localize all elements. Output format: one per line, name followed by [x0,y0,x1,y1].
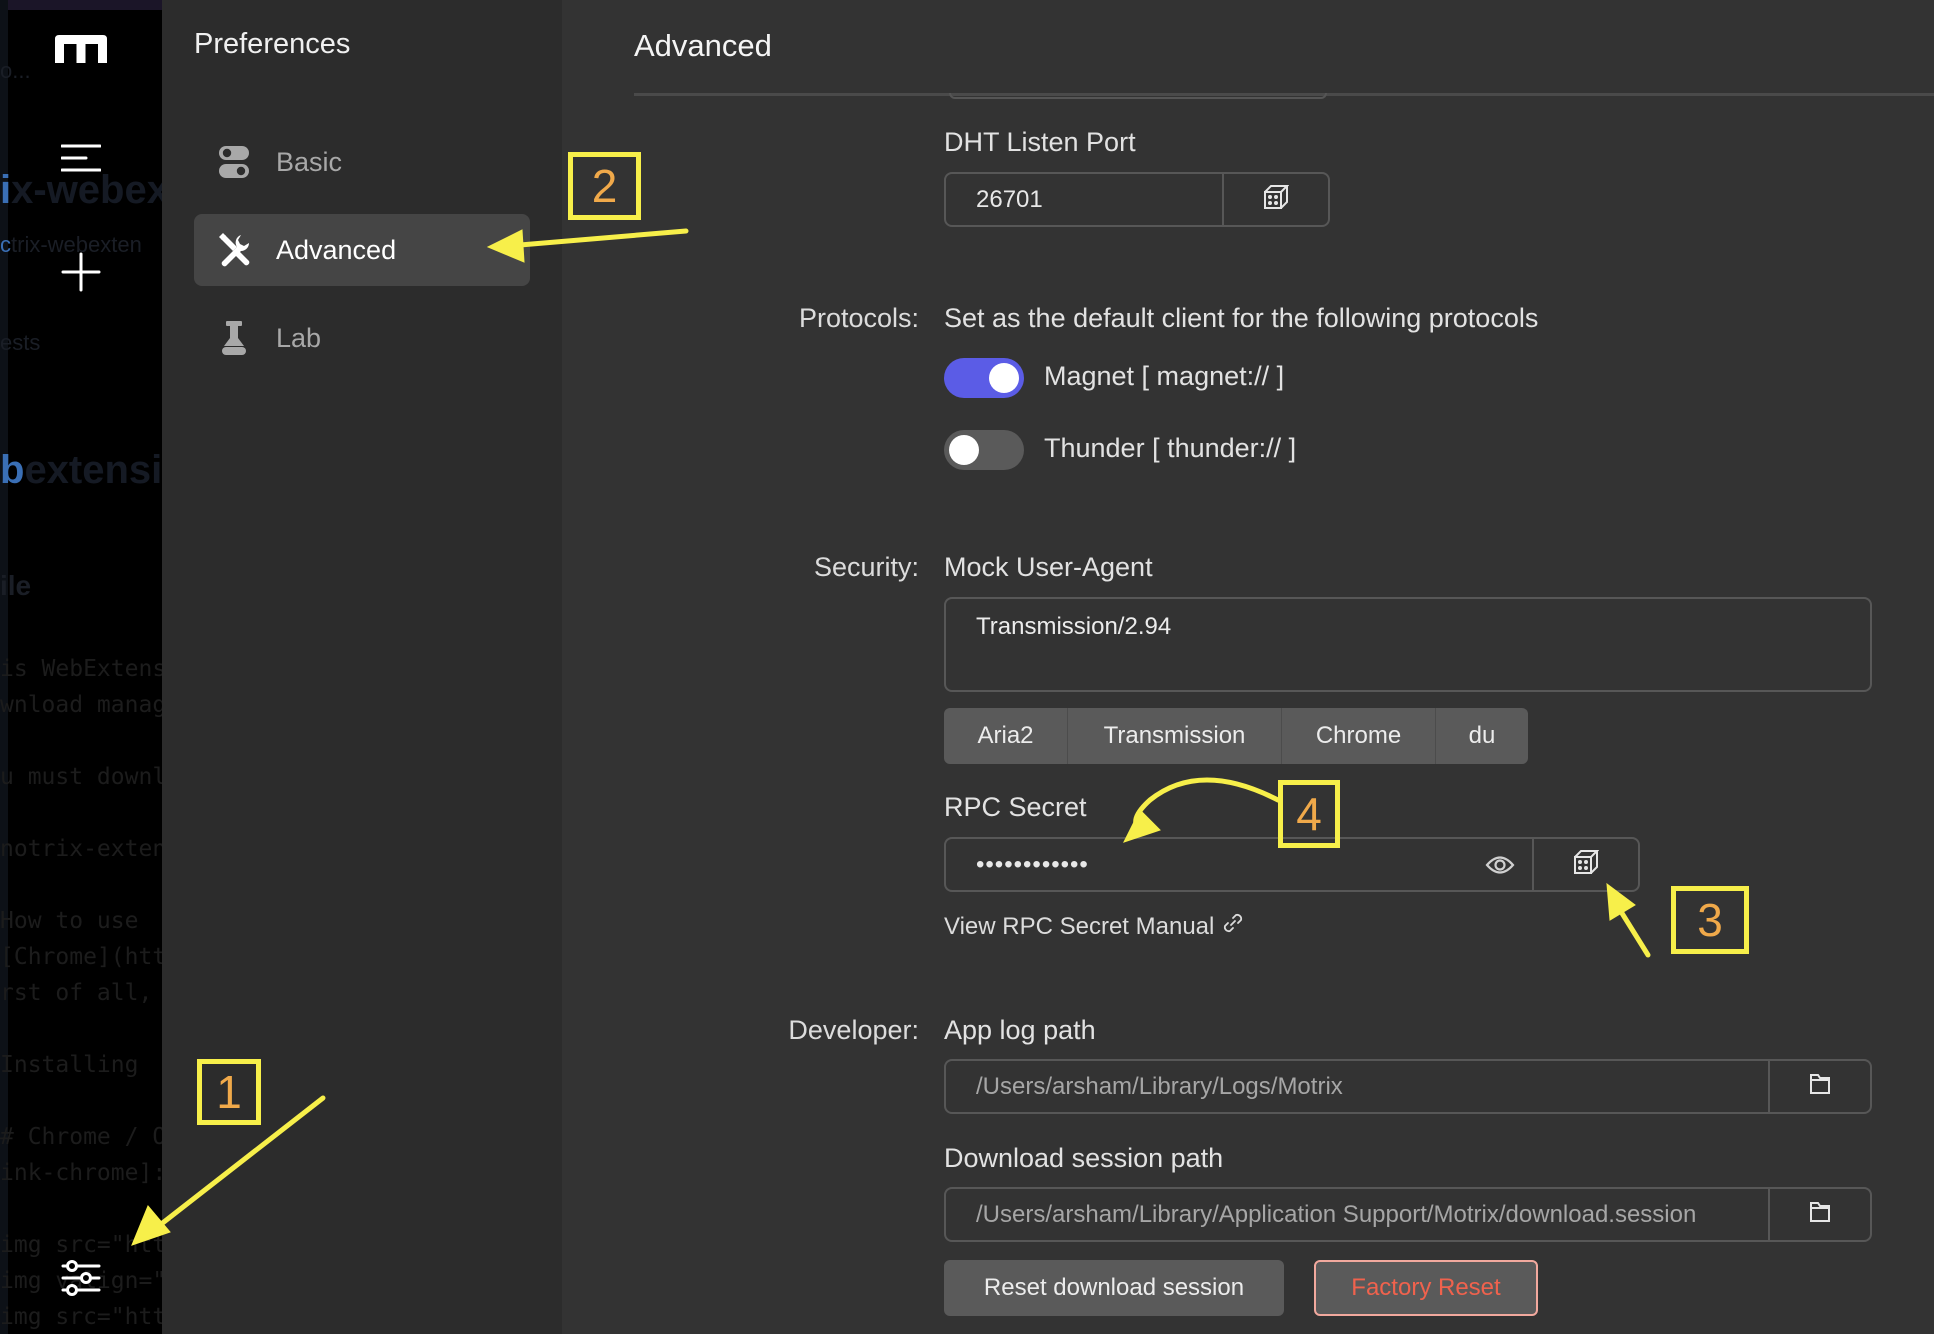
dice-icon [1263,184,1290,215]
sidebar-item-lab[interactable]: Lab [194,302,530,374]
flask-icon [216,320,252,356]
magnet-protocol-label: Magnet [ magnet:// ] [1044,361,1285,391]
link-icon [1222,912,1244,941]
annotation-badge-2: 2 [568,152,641,220]
sidebar-item-label: Basic [276,146,343,177]
user-agent-label: Mock User-Agent [944,552,1153,582]
session-path-input[interactable]: /Users/arsham/Library/Application Suppor… [946,1189,1768,1240]
annotation-badge-4: 4 [1278,780,1340,848]
app-dock [0,0,162,1334]
toggle-knob [949,435,979,465]
reveal-log-folder-button[interactable] [1768,1061,1870,1112]
reveal-session-folder-button[interactable] [1768,1189,1870,1240]
app-log-path-input-group: /Users/arsham/Library/Logs/Motrix [944,1059,1872,1114]
ua-preset-du[interactable]: du [1436,708,1528,764]
user-agent-presets: Aria2 Transmission Chrome du [944,708,1528,764]
sidebar-item-label: Lab [276,322,322,353]
thunder-protocol-label: Thunder [ thunder:// ] [1044,433,1297,463]
sidebar-title: Preferences [194,28,351,60]
user-agent-textarea[interactable]: Transmission/2.94 [944,597,1872,692]
thunder-protocol-toggle[interactable] [944,430,1024,470]
main-panel: Advanced DHT Listen Port 26701 Protocols… [562,0,1934,1334]
protocols-section-label: Protocols: [798,303,919,333]
menu-icon[interactable] [59,142,103,176]
ua-preset-aria2[interactable]: Aria2 [944,708,1068,764]
plus-icon[interactable] [59,250,103,294]
rpc-secret-manual-link[interactable]: View RPC Secret Manual [944,912,1244,941]
ua-preset-chrome[interactable]: Chrome [1282,708,1436,764]
dht-port-input[interactable]: 26701 [946,174,1222,225]
session-path-input-group: /Users/arsham/Library/Application Suppor… [944,1187,1872,1242]
sidebar-item-label: Advanced [276,234,397,265]
annotation-badge-1: 1 [197,1059,261,1125]
app-log-path-input[interactable]: /Users/arsham/Library/Logs/Motrix [946,1061,1768,1112]
sidebar-item-advanced[interactable]: Advanced [194,214,530,286]
reset-download-session-button[interactable]: Reset download session [944,1260,1284,1316]
developer-section-label: Developer: [788,1015,919,1045]
rpc-secret-manual-text: View RPC Secret Manual [944,912,1215,940]
security-section-label: Security: [813,552,919,582]
sliders-icon[interactable] [59,1256,103,1300]
page-title: Advanced [634,28,772,63]
annotation-badge-3: 3 [1671,886,1749,954]
dht-port-input-group: 26701 [944,172,1330,227]
toggle-knob [989,363,1019,393]
protocols-description: Set as the default client for the follow… [944,303,1539,333]
tools-icon [216,232,252,268]
dice-icon [1573,849,1600,880]
sidebar-item-basic[interactable]: Basic [194,126,530,198]
randomize-dht-port-button[interactable] [1222,174,1328,225]
magnet-protocol-toggle[interactable] [944,358,1024,398]
rpc-secret-label: RPC Secret [944,792,1087,822]
session-path-label: Download session path [944,1143,1224,1173]
factory-reset-button[interactable]: Factory Reset [1314,1260,1538,1316]
rpc-secret-input[interactable]: •••••••••••• [946,839,1468,890]
randomize-rpc-secret-button[interactable] [1532,839,1638,890]
folder-icon [1809,1201,1831,1228]
preferences-sidebar: Preferences Basic Advanced Lab [162,0,562,1334]
toggles-icon [216,144,252,180]
ua-preset-transmission[interactable]: Transmission [1068,708,1282,764]
app-log-path-label: App log path [944,1015,1096,1045]
scrolled-input-edge [949,93,1327,99]
folder-icon [1809,1073,1831,1100]
motrix-logo-icon[interactable] [51,30,111,66]
eye-icon[interactable] [1468,839,1532,890]
dht-port-label: DHT Listen Port [944,127,1136,157]
